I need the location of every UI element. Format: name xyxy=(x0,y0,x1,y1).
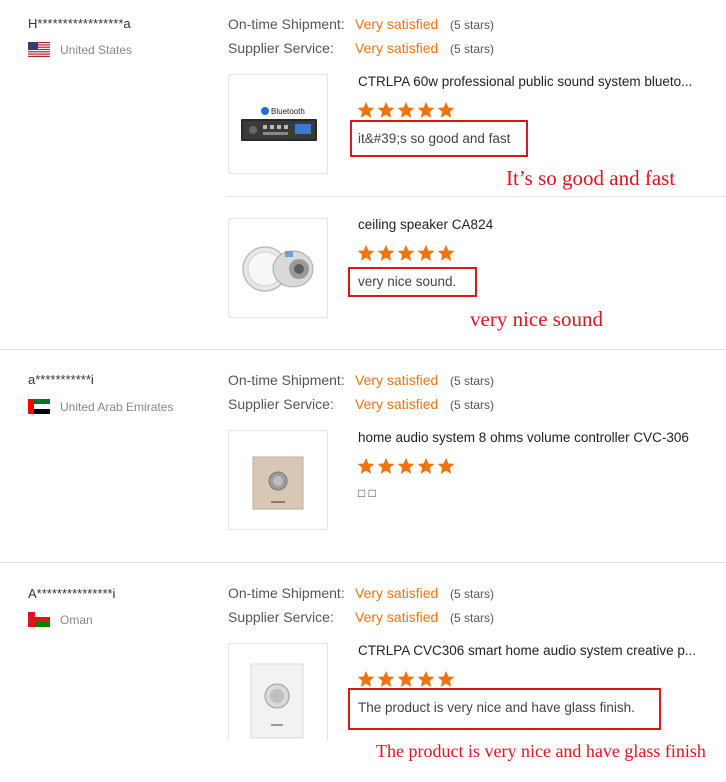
reviewer-name: a***********i xyxy=(28,372,94,387)
review-comment: it&#39;s so good and fast xyxy=(358,131,511,146)
reviewer-country: United Arab Emirates xyxy=(60,400,174,414)
oman-flag-icon xyxy=(28,612,50,627)
ontime-label: On-time Shipment: xyxy=(228,16,345,32)
star-icon xyxy=(437,670,455,688)
star-icon xyxy=(377,457,395,475)
ontime-stars-text: (5 stars) xyxy=(450,18,495,32)
review-comment: The product is very nice and have glass … xyxy=(358,700,635,715)
ontime-value: Very satisfied xyxy=(355,16,439,32)
product-title[interactable]: home audio system 8 ohms volume controll… xyxy=(358,430,703,445)
review-divider xyxy=(0,349,726,350)
translation-annotation: It’s so good and fast xyxy=(506,166,676,190)
ontime-stars-text: (5 stars) xyxy=(450,587,495,601)
star-icon xyxy=(397,101,415,119)
review-comment: □ □ xyxy=(358,486,376,500)
product-thumbnail[interactable] xyxy=(228,218,328,318)
us-flag-icon xyxy=(28,42,50,57)
star-icon xyxy=(357,244,375,262)
star-icon xyxy=(417,244,435,262)
supplier-value: Very satisfied xyxy=(355,396,439,412)
supplier-value: Very satisfied xyxy=(355,40,439,56)
product-thumbnail[interactable] xyxy=(228,430,328,530)
reviewer-name: A***************i xyxy=(28,586,116,601)
product-rating-stars xyxy=(357,670,455,688)
star-icon xyxy=(377,670,395,688)
star-icon xyxy=(397,670,415,688)
product-thumbnail[interactable] xyxy=(228,643,328,740)
supplier-label: Supplier Service: xyxy=(228,396,334,412)
reviewer-country: Oman xyxy=(60,613,93,627)
star-icon xyxy=(417,101,435,119)
product-title[interactable]: CTRLPA 60w professional public sound sys… xyxy=(358,74,703,89)
ontime-stars-text: (5 stars) xyxy=(450,374,495,388)
product-title[interactable]: ceiling speaker CA824 xyxy=(358,217,703,232)
supplier-value: Very satisfied xyxy=(355,609,439,625)
product-rating-stars xyxy=(357,457,455,475)
review-comment: very nice sound. xyxy=(358,274,457,289)
supplier-label: Supplier Service: xyxy=(228,40,334,56)
product-rating-stars xyxy=(357,101,455,119)
product-rating-stars xyxy=(357,244,455,262)
star-icon xyxy=(397,457,415,475)
star-icon xyxy=(357,670,375,688)
thumb-bluetooth-text: Bluetooth xyxy=(271,107,305,116)
ontime-label: On-time Shipment: xyxy=(228,585,345,601)
star-icon xyxy=(377,244,395,262)
ontime-value: Very satisfied xyxy=(355,585,439,601)
ontime-label: On-time Shipment: xyxy=(228,372,345,388)
translation-annotation: very nice sound xyxy=(470,307,603,331)
supplier-stars-text: (5 stars) xyxy=(450,398,495,412)
supplier-stars-text: (5 stars) xyxy=(450,42,495,56)
uae-flag-icon xyxy=(28,399,50,414)
product-title[interactable]: CTRLPA CVC306 smart home audio system cr… xyxy=(358,643,703,658)
star-icon xyxy=(377,101,395,119)
star-icon xyxy=(417,670,435,688)
ontime-value: Very satisfied xyxy=(355,372,439,388)
divider xyxy=(228,196,726,197)
translation-annotation: The product is very nice and have glass … xyxy=(376,741,706,761)
product-thumbnail[interactable]: Bluetooth xyxy=(228,74,328,174)
star-icon xyxy=(357,457,375,475)
supplier-label: Supplier Service: xyxy=(228,609,334,625)
star-icon xyxy=(397,244,415,262)
star-icon xyxy=(357,101,375,119)
star-icon xyxy=(437,457,455,475)
supplier-stars-text: (5 stars) xyxy=(450,611,495,625)
star-icon xyxy=(437,244,455,262)
star-icon xyxy=(437,101,455,119)
review-divider xyxy=(0,562,726,563)
reviewer-name: H*****************a xyxy=(28,16,131,31)
reviewer-country: United States xyxy=(60,43,133,57)
star-icon xyxy=(417,457,435,475)
